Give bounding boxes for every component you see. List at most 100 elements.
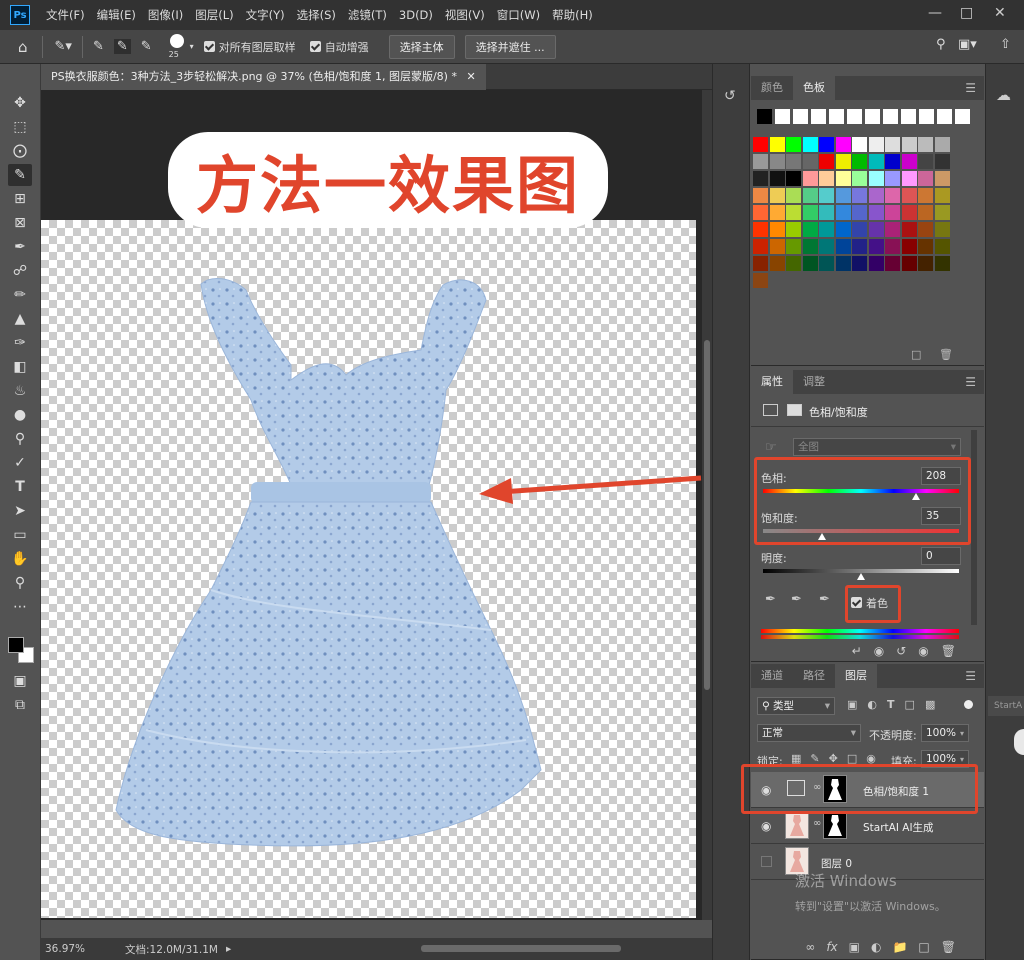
select-subject-button[interactable]: 选择主体: [388, 34, 455, 59]
swatch[interactable]: [835, 171, 851, 186]
layer-name[interactable]: StartAI AI生成: [863, 820, 934, 835]
swatch[interactable]: [753, 171, 768, 186]
creative-cloud-icon[interactable]: ☁: [996, 86, 1011, 104]
swatch[interactable]: [802, 154, 818, 169]
menu-view[interactable]: 视图(V): [445, 7, 485, 23]
marquee-tool-icon[interactable]: ⬚: [8, 116, 32, 138]
quick-mask-icon[interactable]: ▣: [8, 670, 32, 692]
swatch[interactable]: [901, 154, 917, 169]
swatch[interactable]: [865, 109, 880, 124]
swatch[interactable]: [934, 256, 950, 271]
swatch[interactable]: [769, 154, 785, 169]
link-icon[interactable]: ∞: [813, 818, 821, 829]
swatch[interactable]: [819, 256, 834, 271]
swatch[interactable]: [819, 222, 834, 237]
close-icon[interactable]: ✕: [994, 5, 1006, 21]
brush-size-picker[interactable]: 25: [166, 33, 188, 61]
swatch[interactable]: [753, 154, 768, 169]
tab-color[interactable]: 颜色: [751, 76, 793, 100]
layer-mask-thumbnail[interactable]: [823, 811, 847, 839]
swatch[interactable]: [802, 137, 818, 152]
eyedropper-plus-icon[interactable]: ✒: [791, 592, 802, 607]
swatch[interactable]: [811, 109, 826, 124]
rectangle-tool-icon[interactable]: ▭: [8, 524, 32, 546]
swatch[interactable]: [885, 171, 900, 186]
swatch[interactable]: [901, 222, 917, 237]
swatch[interactable]: [934, 239, 950, 254]
swatch[interactable]: [769, 137, 785, 152]
filter-shape-icon[interactable]: □: [905, 698, 915, 711]
share-icon[interactable]: ⇧: [1000, 37, 1011, 52]
home-icon[interactable]: ⌂: [18, 38, 28, 56]
swatch-grid[interactable]: [751, 100, 984, 350]
panel-menu-icon[interactable]: ☰: [965, 375, 976, 389]
swatch[interactable]: [753, 222, 768, 237]
lightness-slider-thumb[interactable]: [857, 573, 865, 580]
stamp-tool-icon[interactable]: ▲: [8, 308, 32, 330]
scrollbar-thumb[interactable]: [704, 340, 710, 690]
swatch[interactable]: [769, 205, 785, 220]
tab-layers[interactable]: 图层: [835, 664, 877, 688]
adjustment-layer-icon[interactable]: ◐: [871, 940, 881, 954]
blur-tool-icon[interactable]: ●: [8, 404, 32, 426]
swatch[interactable]: [753, 256, 768, 271]
add-mask-icon[interactable]: ▣: [849, 940, 860, 954]
swatch[interactable]: [802, 239, 818, 254]
swatch[interactable]: [885, 205, 900, 220]
tab-paths[interactable]: 路径: [793, 664, 835, 688]
swatch[interactable]: [901, 256, 917, 271]
canvas-area[interactable]: 方法一效果图: [41, 90, 702, 920]
swatch[interactable]: [835, 256, 851, 271]
swatch[interactable]: [829, 109, 844, 124]
chevron-down-icon[interactable]: ▾: [190, 42, 194, 51]
swatch[interactable]: [802, 222, 818, 237]
swatch[interactable]: [934, 137, 950, 152]
eyedropper-tool-icon[interactable]: ✒: [8, 236, 32, 258]
swatch[interactable]: [835, 205, 851, 220]
healing-tool-icon[interactable]: ☍: [8, 260, 32, 282]
swatch[interactable]: [769, 188, 785, 203]
swatch[interactable]: [901, 109, 916, 124]
swatch[interactable]: [852, 222, 867, 237]
swatch[interactable]: [753, 273, 768, 288]
swatch[interactable]: [786, 222, 801, 237]
swatch[interactable]: [868, 239, 884, 254]
swatch[interactable]: [775, 109, 790, 124]
menu-select[interactable]: 选择(S): [297, 7, 336, 23]
menu-window[interactable]: 窗口(W): [497, 7, 540, 23]
swatch[interactable]: [868, 256, 884, 271]
blend-mode-select[interactable]: 正常 ▾: [757, 724, 861, 742]
select-and-mask-button[interactable]: 选择并遮住 ...: [464, 34, 556, 59]
move-tool-icon[interactable]: ✥: [8, 92, 32, 114]
hidden-visibility-box[interactable]: [761, 856, 772, 867]
swatch[interactable]: [769, 171, 785, 186]
range-select[interactable]: 全图 ▾: [793, 438, 961, 456]
workspace-icon[interactable]: ▣▾: [958, 37, 977, 52]
swatch[interactable]: [901, 239, 917, 254]
panel-menu-icon[interactable]: ☰: [965, 81, 976, 95]
close-tab-icon[interactable]: ✕: [466, 70, 475, 83]
horizontal-scrollbar-thumb[interactable]: [421, 945, 621, 952]
reset-icon[interactable]: ↺: [896, 644, 906, 658]
swatch[interactable]: [835, 222, 851, 237]
swatch[interactable]: [819, 239, 834, 254]
swatch[interactable]: [901, 188, 917, 203]
view-previous-icon[interactable]: ◉: [874, 644, 884, 658]
subtract-selection-icon[interactable]: ✎: [141, 39, 152, 54]
swatch[interactable]: [852, 154, 867, 169]
swatch[interactable]: [835, 188, 851, 203]
targeted-adjust-icon[interactable]: ☞: [765, 440, 777, 455]
swatch[interactable]: [802, 256, 818, 271]
search-icon[interactable]: ⚲: [936, 37, 946, 52]
group-folder-icon[interactable]: 📁: [892, 940, 907, 954]
swatch[interactable]: [901, 205, 917, 220]
swatch[interactable]: [934, 154, 950, 169]
zoom-level[interactable]: 36.97%: [45, 943, 85, 955]
swatch[interactable]: [918, 222, 933, 237]
swatch[interactable]: [885, 222, 900, 237]
canvas-vertical-scrollbar[interactable]: [702, 90, 712, 920]
visibility-eye-icon[interactable]: ◉: [918, 644, 928, 658]
swatch[interactable]: [934, 205, 950, 220]
swatch[interactable]: [819, 137, 834, 152]
menu-image[interactable]: 图像(I): [148, 7, 183, 23]
